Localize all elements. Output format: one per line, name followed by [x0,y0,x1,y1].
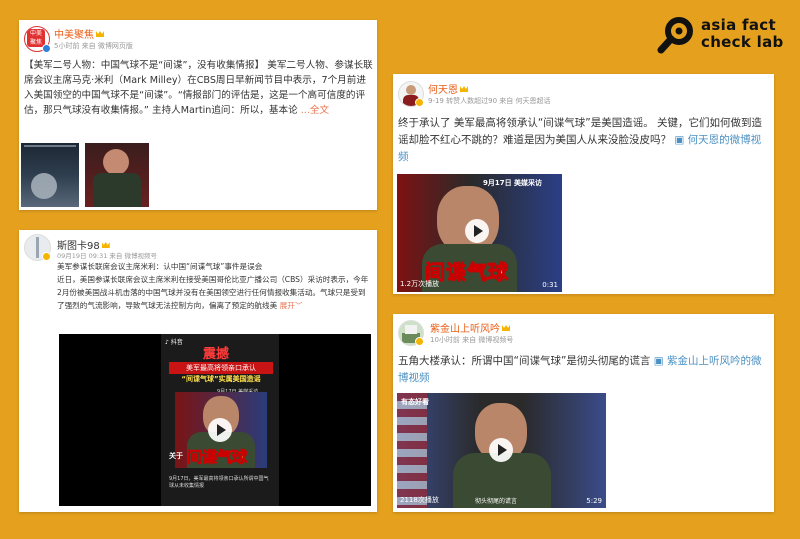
play-icon[interactable] [489,438,513,462]
read-more-link[interactable]: ...全文 [301,105,329,116]
weibo-post-card-1: 中美 聚焦 中美聚焦 5小时前 来自 微博网页版 【美军二号人物：中国气球不是“间… [19,20,377,210]
video-view-count: 1.2万次播放 [400,280,440,288]
crown-icon [96,31,104,37]
play-icon[interactable] [465,219,489,243]
member-badge-icon [42,252,51,261]
app-name-text: 抖音 [170,339,183,346]
video-duration: 5:29 [586,497,602,505]
douyin-logo-icon: ♪ [165,339,169,346]
video-link-icon: ▣ [674,134,685,146]
brand-logo-line1: asia fact [701,16,776,34]
douyin-app-badge: ♪ 抖音 [165,337,183,346]
weibo-post-card-4: 紫金山上听风吟 10小时前 来自 微博视频号 五角大楼承认：所谓中国“间谍气球”… [393,314,774,512]
post-text: 美军参谋长联席会议主席米利：认中国“间谍气球”事件是误会 近日，美国参谋长联席会… [57,260,372,312]
expand-link[interactable]: 展开﹀ [280,301,303,310]
post-meta: 10小时前 来自 微博视频号 [430,336,514,344]
post-meta: 09月19日 09:31 来自 微博视频号 [57,252,157,260]
member-badge-icon [415,98,424,107]
crown-icon [101,242,110,248]
post-text: 【美军二号人物：中国气球不是“间谍”，没有收集情报】 美军二号人物、参谋长联席会… [24,58,374,118]
username-link[interactable]: 中美聚焦 [54,26,104,41]
member-badge-icon [415,337,424,346]
video-side-text: 关于 [169,452,183,460]
post-image-2[interactable] [85,143,149,207]
crown-icon [502,325,510,331]
weibo-post-card-3: 斯图卡98 09月19日 09:31 来自 微博视频号 美军参谋长联席会议主席米… [19,230,377,512]
video-duration: 0:31 [542,281,558,289]
username-link[interactable]: 紫金山上听风吟 [430,320,510,335]
post-meta: 5小时前 来自 微博网页版 [54,42,133,50]
video-subtitle: 彻头彻尾的谎言 [475,498,518,505]
video-headline: 震撼 [203,347,230,362]
post-text: 终于承认了 美军最高将领承认“间谍气球”是美国造谣。 关键，它们如何做到造谣却脸… [398,115,770,166]
username-link[interactable]: 何天恩 [428,81,468,96]
username-text: 中美聚焦 [54,30,94,41]
video-subtitle-2: “间谍气球”实属美国造谣 [181,375,261,383]
video-player[interactable]: ♪ 抖音 震撼 美军最高将领亲口承认 “间谍气球”实属美国造谣 9月17日 美媒… [59,334,371,506]
weibo-post-card-2: 何天恩 9-19 转赞人数超过90 来自 何天恩超话 终于承认了 美军最高将领承… [393,74,774,294]
crown-icon [460,86,468,92]
post-image-1[interactable] [21,143,79,207]
video-player[interactable]: 有态好看 2118次播放 彻头彻尾的谎言 5:29 [397,393,606,508]
username-text: 紫金山上听风吟 [430,324,500,335]
video-subtitle-1: 美军最高将领亲口承认 [169,362,273,374]
post-text-content: 美军参谋长联席会议主席米利：认中国“间谍气球”事件是误会 近日，美国参谋长联席会… [57,262,369,310]
brand-logo-line2: check lab [701,33,784,51]
post-meta: 9-19 转赞人数超过90 来自 何天恩超话 [428,97,551,105]
chevron-down-icon: ﹀ [294,301,303,310]
video-link-icon: ▣ [653,355,664,367]
video-bottom-text: 9月17日，美军最高将领亲口承认所谓中国气球从未收集情报 [169,476,269,489]
username-text: 何天恩 [428,85,458,96]
post-text-content: 五角大楼承认：所谓中国“间谍气球”是彻头彻尾的谎言 [398,355,651,367]
video-top-caption: 9月17日 美媒采访 [483,179,543,187]
verified-badge-icon [42,44,51,53]
video-player[interactable]: 9月17日 美媒采访 间谍气球 1.2万次播放 0:31 [397,174,562,292]
expand-label: 展开 [279,301,295,310]
video-view-count: 2118次播放 [400,496,439,504]
play-icon[interactable] [208,418,232,442]
post-text: 五角大楼承认：所谓中国“间谍气球”是彻头彻尾的谎言 ▣ 紫金山上听风吟的微博视频 [398,353,770,387]
video-big-caption: 间谍气球 [187,448,248,467]
video-watermark: 有态好看 [401,398,429,406]
search-magnifier-logo-icon [657,17,693,54]
